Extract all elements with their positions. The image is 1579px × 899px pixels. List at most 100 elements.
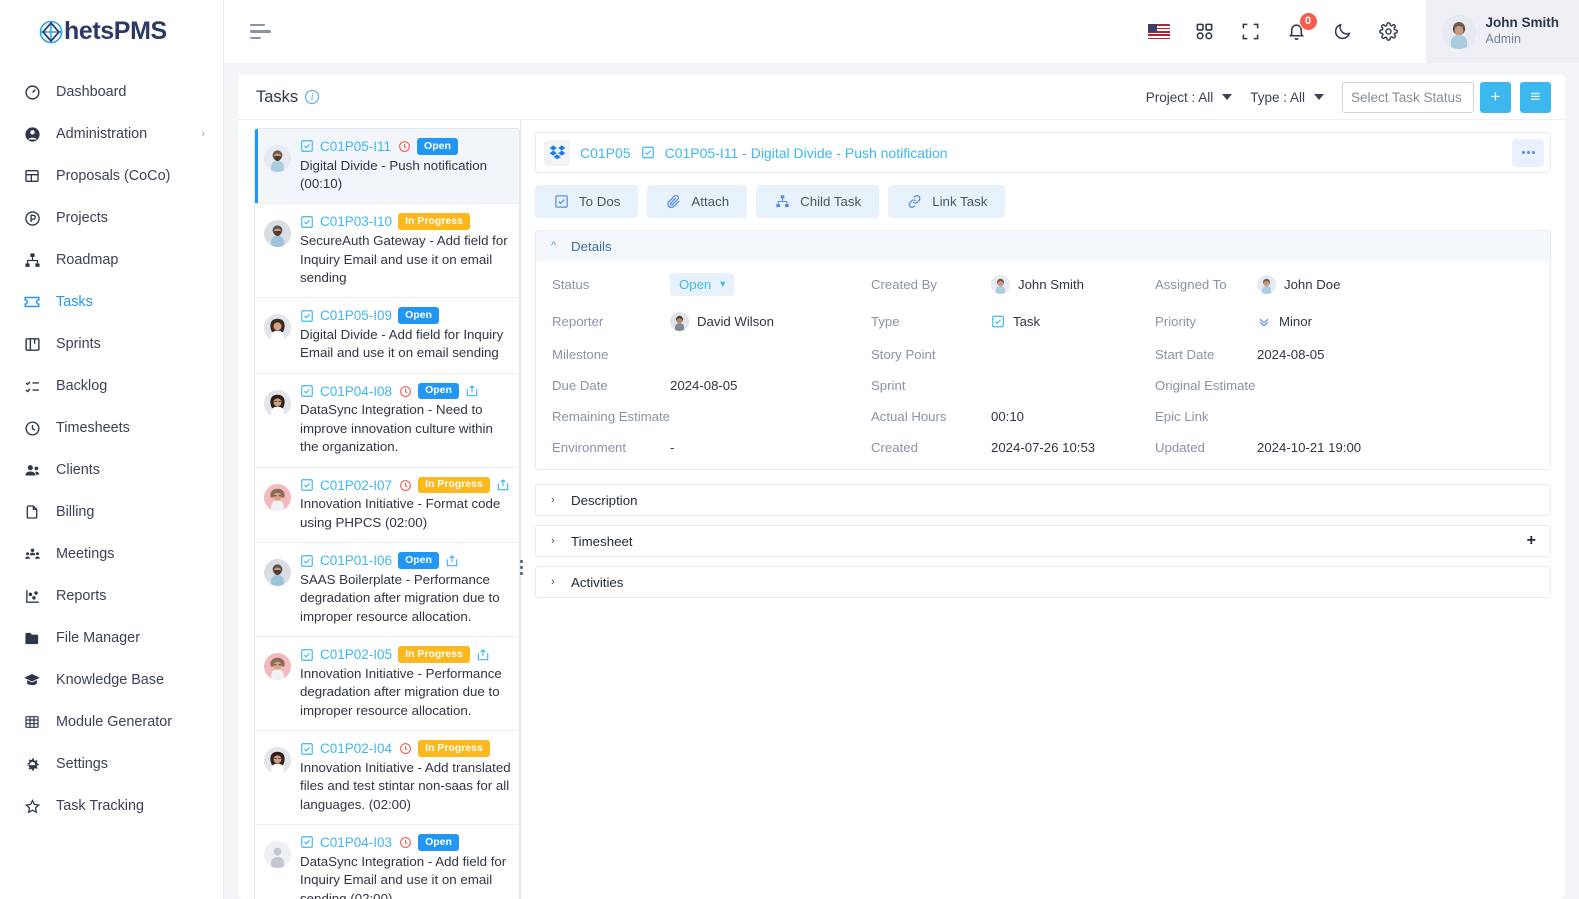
- add-timesheet-button[interactable]: +: [1527, 533, 1536, 549]
- pane-resize-handle[interactable]: [515, 550, 527, 584]
- sidebar-item-tasks[interactable]: Tasks: [0, 281, 223, 323]
- people-group-icon: [22, 544, 42, 564]
- status-badge: In Progress: [418, 476, 490, 494]
- detail-task-title[interactable]: C01P05-I11 - Digital Divide - Push notif…: [665, 145, 948, 161]
- task-status-input[interactable]: [1342, 81, 1474, 113]
- sidebar-item-projects[interactable]: Projects: [0, 197, 223, 239]
- sidebar-label-dashboard: Dashboard: [56, 84, 127, 100]
- section-label: Activities: [571, 574, 624, 590]
- sidebar-item-timesheets[interactable]: Timesheets: [0, 407, 223, 449]
- task-list-item[interactable]: C01P05-I09 Open Digital Divide - Add fie…: [255, 298, 519, 374]
- list-options-button[interactable]: ≡: [1520, 81, 1551, 113]
- task-type-icon: [300, 215, 314, 229]
- field-value-updated: 2024-10-21 19:00: [1257, 440, 1362, 455]
- tab-attach[interactable]: Attach: [647, 185, 748, 218]
- task-list-item[interactable]: C01P02-I04 In Progress Innovation Initia…: [255, 731, 519, 826]
- tab-label: Child Task: [800, 194, 862, 209]
- bell-icon[interactable]: 0: [1286, 11, 1318, 43]
- paperclip-icon: [665, 194, 681, 210]
- hamburger-icon[interactable]: [250, 23, 272, 40]
- topbar-left: [224, 23, 272, 40]
- moon-icon[interactable]: [1332, 21, 1354, 43]
- project-filter[interactable]: Project : All: [1146, 90, 1233, 105]
- section-timesheet[interactable]: › Timesheet +: [535, 525, 1551, 557]
- tab-link-task[interactable]: Link Task: [888, 185, 1006, 218]
- field-label-type: Type: [871, 314, 900, 329]
- task-item-body: C01P04-I03 Open DataSync Integration - A…: [300, 834, 511, 899]
- field-label-created: Created: [871, 440, 918, 455]
- sidebar-item-administration[interactable]: Administration ›: [0, 113, 223, 155]
- tasks-panes: C01P05-I11 Open Digital Divide - Push no…: [238, 120, 1565, 899]
- detail-project-key[interactable]: C01P05: [580, 145, 631, 161]
- more-options-button[interactable]: [1512, 138, 1544, 167]
- sidebar-item-task-tracking[interactable]: Task Tracking: [0, 785, 223, 827]
- section-activities[interactable]: › Activities: [535, 566, 1551, 598]
- notification-badge: 0: [1298, 11, 1318, 31]
- task-type-icon: [300, 139, 314, 153]
- task-title: SAAS Boilerplate - Performance degradati…: [300, 571, 500, 624]
- created-by-name: John Smith: [1018, 277, 1084, 292]
- status-controls: + ≡: [1342, 81, 1551, 113]
- sidebar-item-meetings[interactable]: Meetings: [0, 533, 223, 575]
- details-section: ^ Details Status Open ▾ Created By John …: [535, 230, 1551, 470]
- task-list-item[interactable]: C01P02-I05 In Progress Innovation Initia…: [255, 637, 519, 732]
- file-icon: [22, 502, 42, 522]
- fullscreen-icon[interactable]: [1240, 21, 1262, 43]
- task-key: C01P02-I07: [320, 477, 393, 493]
- sidebar-item-backlog[interactable]: Backlog: [0, 365, 223, 407]
- sidebar-item-file-manager[interactable]: File Manager: [0, 617, 223, 659]
- task-list-item[interactable]: C01P05-I11 Open Digital Divide - Push no…: [255, 129, 519, 205]
- field-label-updated: Updated: [1155, 440, 1205, 455]
- details-section-header[interactable]: ^ Details: [536, 231, 1550, 261]
- sidebar-item-knowledge-base[interactable]: Knowledge Base: [0, 659, 223, 701]
- sidebar-item-reports[interactable]: Reports: [0, 575, 223, 617]
- grid-table-icon: [22, 712, 42, 732]
- sidebar-item-roadmap[interactable]: Roadmap: [0, 239, 223, 281]
- add-task-button[interactable]: +: [1480, 81, 1511, 113]
- task-item-body: C01P02-I05 In Progress Innovation Initia…: [300, 646, 511, 720]
- user-profile-menu[interactable]: John Smith Admin: [1425, 0, 1579, 63]
- task-item-meta: C01P02-I05 In Progress: [300, 646, 511, 663]
- sidebar-item-settings[interactable]: Settings: [0, 743, 223, 785]
- hets-logo-icon: [36, 17, 66, 47]
- sidebar-label-backlog: Backlog: [56, 378, 108, 394]
- apps-grid-icon[interactable]: [1194, 21, 1216, 43]
- task-item-body: C01P01-I06 Open SAAS Boilerplate - Perfo…: [300, 552, 511, 626]
- status-badge: Open: [418, 382, 459, 400]
- task-list-item[interactable]: C01P01-I06 Open SAAS Boilerplate - Perfo…: [255, 543, 519, 638]
- task-key: C01P02-I05: [320, 647, 393, 663]
- details-section-title: Details: [571, 238, 612, 254]
- chart-scatter-icon: [22, 586, 42, 606]
- sidebar-label-sprints: Sprints: [56, 336, 101, 352]
- gear-icon[interactable]: [1378, 21, 1400, 43]
- task-title: Innovation Initiative - Format code usin…: [300, 496, 501, 530]
- tab-child-task[interactable]: Child Task: [756, 185, 880, 218]
- sidebar-item-clients[interactable]: Clients: [0, 449, 223, 491]
- sidebar-item-billing[interactable]: Billing: [0, 491, 223, 533]
- sidebar-item-dashboard[interactable]: Dashboard: [0, 71, 223, 113]
- tab-to-dos[interactable]: To Dos: [535, 185, 639, 218]
- status-dropdown[interactable]: Open ▾: [670, 273, 735, 296]
- sidebar: hetsPMS Dashboard Administration › Propo…: [0, 0, 224, 899]
- status-dropdown-value: Open: [679, 277, 712, 292]
- field-value-status: Open ▾: [670, 273, 855, 296]
- sidebar-label-module-generator: Module Generator: [56, 714, 172, 730]
- task-list-item[interactable]: C01P03-I10 In Progress SecureAuth Gatewa…: [255, 204, 519, 299]
- flag-us-icon[interactable]: [1147, 21, 1170, 43]
- type-filter[interactable]: Type : All: [1250, 90, 1324, 105]
- sidebar-item-proposals[interactable]: Proposals (CoCo): [0, 155, 223, 197]
- task-type-icon: [641, 146, 655, 160]
- task-type-icon: [300, 835, 314, 849]
- task-list-item[interactable]: C01P04-I03 Open DataSync Integration - A…: [255, 825, 519, 899]
- task-list-item[interactable]: C01P04-I08 Open DataSync Integration - N…: [255, 373, 519, 468]
- task-type-icon: [300, 309, 314, 323]
- sidebar-item-sprints[interactable]: Sprints: [0, 323, 223, 365]
- field-value-start-date: 2024-08-05: [1257, 347, 1325, 362]
- user-info: John Smith Admin: [1486, 15, 1560, 48]
- brand-logo-area[interactable]: hetsPMS: [0, 0, 223, 63]
- section-description[interactable]: › Description: [535, 484, 1551, 516]
- info-icon[interactable]: i: [305, 90, 320, 104]
- task-list-item[interactable]: C01P02-I07 In Progress Innovation Initia…: [255, 467, 519, 544]
- sidebar-label-tasks: Tasks: [56, 294, 93, 310]
- sidebar-item-module-generator[interactable]: Module Generator: [0, 701, 223, 743]
